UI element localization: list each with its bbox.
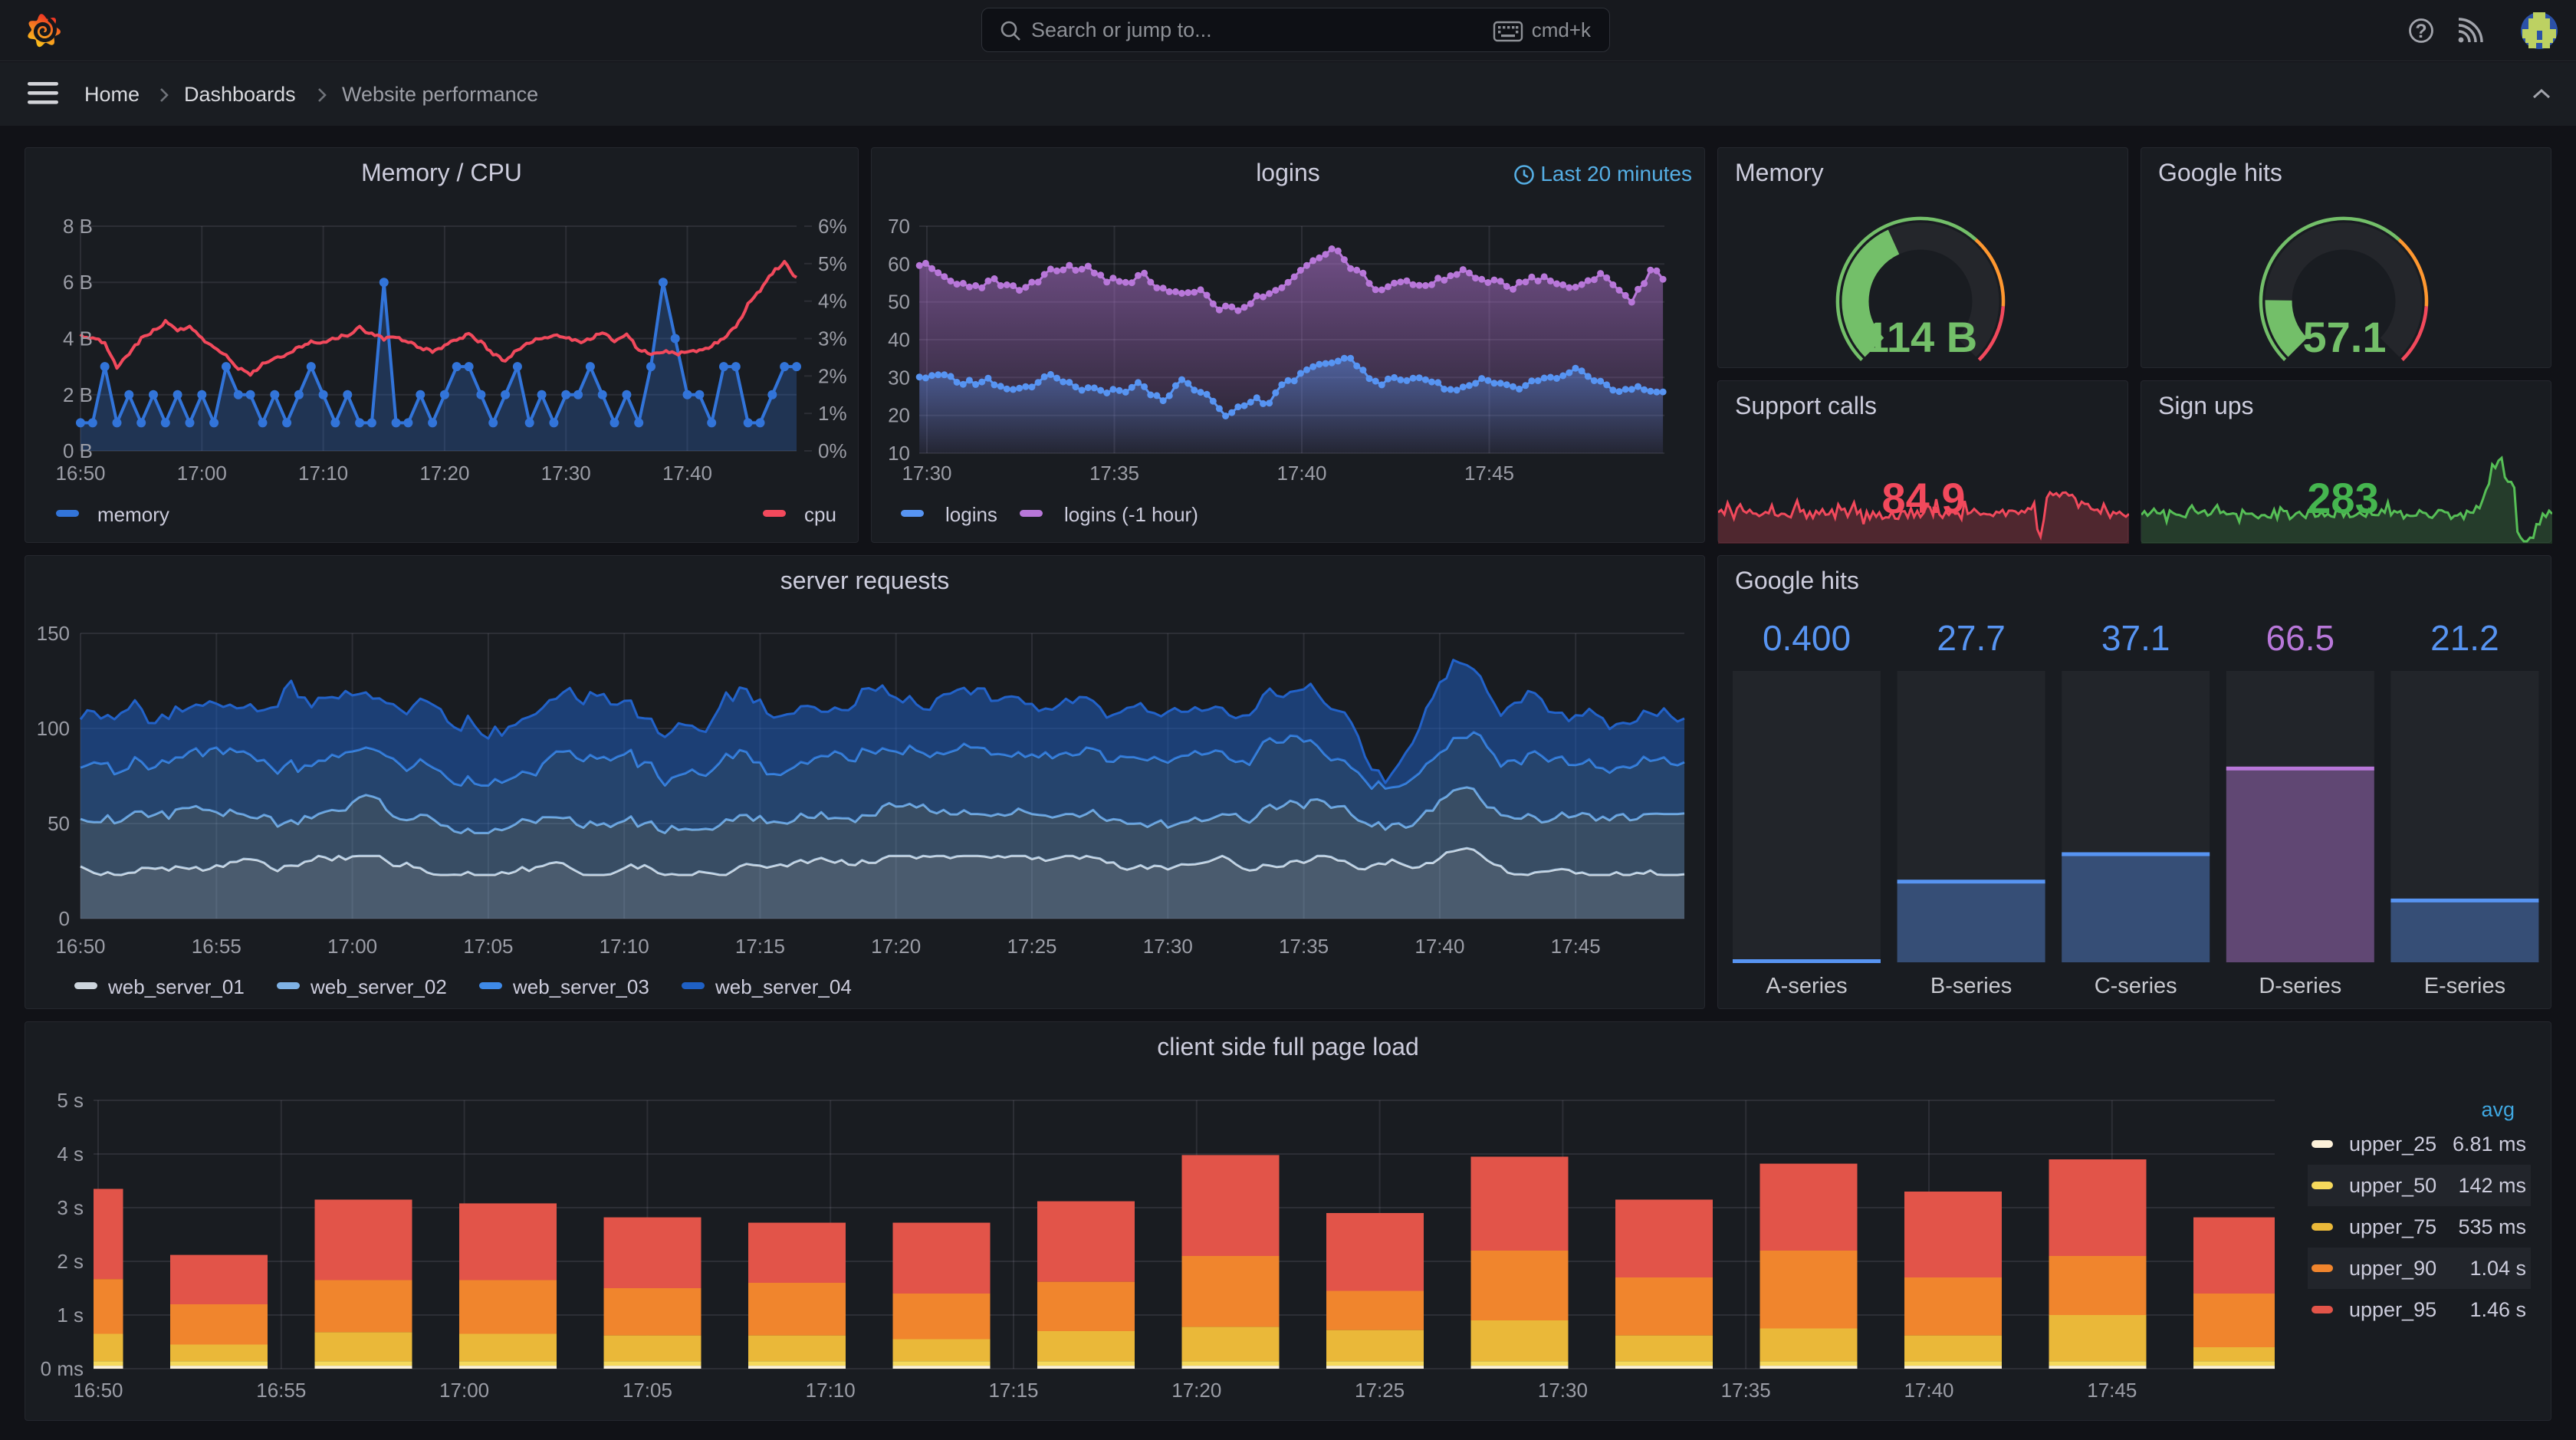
svg-text:17:35: 17:35 bbox=[1279, 935, 1329, 958]
svg-text:17:00: 17:00 bbox=[177, 462, 227, 485]
svg-text:150: 150 bbox=[37, 622, 70, 645]
svg-text:upper_25: upper_25 bbox=[2349, 1133, 2436, 1156]
svg-text:30: 30 bbox=[888, 366, 910, 389]
svg-text:6.81 ms: 6.81 ms bbox=[2453, 1133, 2526, 1156]
svg-text:17:20: 17:20 bbox=[419, 462, 469, 485]
svg-text:60: 60 bbox=[888, 252, 910, 275]
svg-text:17:45: 17:45 bbox=[2087, 1379, 2137, 1402]
svg-text:2%: 2% bbox=[818, 364, 847, 387]
svg-text:17:35: 17:35 bbox=[1089, 462, 1139, 485]
svg-text:17:40: 17:40 bbox=[1414, 935, 1464, 958]
svg-text:3 s: 3 s bbox=[57, 1196, 84, 1219]
svg-text:1.46 s: 1.46 s bbox=[2469, 1298, 2526, 1321]
svg-text:17:35: 17:35 bbox=[1721, 1379, 1771, 1402]
svg-text:17:20: 17:20 bbox=[1171, 1379, 1221, 1402]
svg-text:1.04 s: 1.04 s bbox=[2469, 1257, 2526, 1280]
svg-text:4%: 4% bbox=[818, 290, 847, 313]
svg-text:50: 50 bbox=[48, 812, 70, 835]
svg-text:17:10: 17:10 bbox=[298, 462, 348, 485]
svg-text:17:00: 17:00 bbox=[327, 935, 377, 958]
svg-text:logins: logins bbox=[945, 503, 997, 526]
svg-text:cpu: cpu bbox=[804, 503, 836, 526]
svg-text:D-series: D-series bbox=[2259, 974, 2341, 998]
svg-text:upper_75: upper_75 bbox=[2349, 1215, 2436, 1238]
svg-text:40: 40 bbox=[888, 328, 910, 351]
svg-text:E-series: E-series bbox=[2424, 974, 2505, 998]
svg-text:17:15: 17:15 bbox=[735, 935, 785, 958]
svg-text:2 B: 2 B bbox=[63, 383, 93, 406]
svg-text:1 s: 1 s bbox=[57, 1304, 84, 1327]
svg-text:142 ms: 142 ms bbox=[2458, 1174, 2526, 1197]
svg-text:16:55: 16:55 bbox=[256, 1379, 306, 1402]
svg-text:50: 50 bbox=[888, 291, 910, 314]
svg-text:535 ms: 535 ms bbox=[2458, 1215, 2526, 1238]
svg-text:web_server_04: web_server_04 bbox=[715, 975, 852, 998]
svg-text:17:45: 17:45 bbox=[1551, 935, 1601, 958]
svg-text:web_server_03: web_server_03 bbox=[512, 975, 649, 998]
svg-text:5%: 5% bbox=[818, 252, 847, 275]
svg-text:4 s: 4 s bbox=[57, 1142, 84, 1165]
svg-text:upper_50: upper_50 bbox=[2349, 1174, 2436, 1197]
svg-text:5 s: 5 s bbox=[57, 1089, 84, 1112]
svg-text:17:25: 17:25 bbox=[1007, 935, 1056, 958]
svg-text:B-series: B-series bbox=[1930, 974, 2012, 998]
svg-text:17:40: 17:40 bbox=[662, 462, 712, 485]
svg-text:70: 70 bbox=[888, 215, 910, 238]
svg-text:37.1: 37.1 bbox=[2101, 618, 2170, 658]
svg-text:283: 283 bbox=[2307, 474, 2378, 522]
svg-text:17:45: 17:45 bbox=[1464, 462, 1514, 485]
svg-text:A-series: A-series bbox=[1766, 974, 1847, 998]
svg-text:20: 20 bbox=[888, 404, 910, 427]
svg-text:17:05: 17:05 bbox=[463, 935, 513, 958]
svg-text:16:55: 16:55 bbox=[192, 935, 242, 958]
svg-text:57.1: 57.1 bbox=[2303, 313, 2387, 361]
svg-text:27.7: 27.7 bbox=[1937, 618, 2006, 658]
svg-text:upper_90: upper_90 bbox=[2349, 1257, 2436, 1280]
svg-text:17:30: 17:30 bbox=[1538, 1379, 1588, 1402]
svg-text:6%: 6% bbox=[818, 215, 847, 238]
svg-text:memory: memory bbox=[97, 503, 169, 526]
svg-text:avg: avg bbox=[2481, 1098, 2515, 1121]
svg-text:16:50: 16:50 bbox=[55, 935, 105, 958]
svg-text:8 B: 8 B bbox=[63, 215, 93, 238]
svg-text:0: 0 bbox=[59, 907, 70, 930]
svg-text:17:10: 17:10 bbox=[806, 1379, 856, 1402]
svg-text:0.400: 0.400 bbox=[1763, 618, 1851, 658]
svg-text:16:50: 16:50 bbox=[73, 1379, 123, 1402]
svg-text:17:00: 17:00 bbox=[439, 1379, 489, 1402]
svg-text:?: ? bbox=[2415, 21, 2426, 42]
svg-text:17:30: 17:30 bbox=[541, 462, 591, 485]
svg-text:17:10: 17:10 bbox=[600, 935, 649, 958]
svg-text:0%: 0% bbox=[818, 439, 847, 462]
svg-text:17:05: 17:05 bbox=[623, 1379, 672, 1402]
svg-text:web_server_01: web_server_01 bbox=[107, 975, 245, 998]
svg-text:2 s: 2 s bbox=[57, 1250, 84, 1273]
svg-text:6 B: 6 B bbox=[63, 271, 93, 294]
svg-text:4 B: 4 B bbox=[63, 327, 93, 350]
svg-text:21.2: 21.2 bbox=[2430, 618, 2499, 658]
svg-text:17:30: 17:30 bbox=[902, 462, 951, 485]
svg-text:17:15: 17:15 bbox=[988, 1379, 1038, 1402]
svg-text:84.9: 84.9 bbox=[1882, 474, 1966, 522]
svg-text:3%: 3% bbox=[818, 327, 847, 350]
svg-text:17:20: 17:20 bbox=[871, 935, 921, 958]
svg-text:16:50: 16:50 bbox=[55, 462, 105, 485]
svg-text:0 ms: 0 ms bbox=[41, 1357, 84, 1380]
svg-text:C-series: C-series bbox=[2095, 974, 2177, 998]
svg-text:100: 100 bbox=[37, 717, 70, 740]
svg-text:1%: 1% bbox=[818, 402, 847, 425]
svg-text:17:40: 17:40 bbox=[1904, 1379, 1953, 1402]
svg-text:17:25: 17:25 bbox=[1355, 1379, 1405, 1402]
svg-text:66.5: 66.5 bbox=[2266, 618, 2335, 658]
svg-text:upper_95: upper_95 bbox=[2349, 1298, 2436, 1321]
svg-text:logins (-1 hour): logins (-1 hour) bbox=[1064, 503, 1198, 526]
svg-text:0 B: 0 B bbox=[63, 439, 93, 462]
svg-text:114 B: 114 B bbox=[1865, 313, 1977, 361]
svg-text:web_server_02: web_server_02 bbox=[310, 975, 447, 998]
svg-text:17:30: 17:30 bbox=[1143, 935, 1193, 958]
svg-text:17:40: 17:40 bbox=[1276, 462, 1326, 485]
